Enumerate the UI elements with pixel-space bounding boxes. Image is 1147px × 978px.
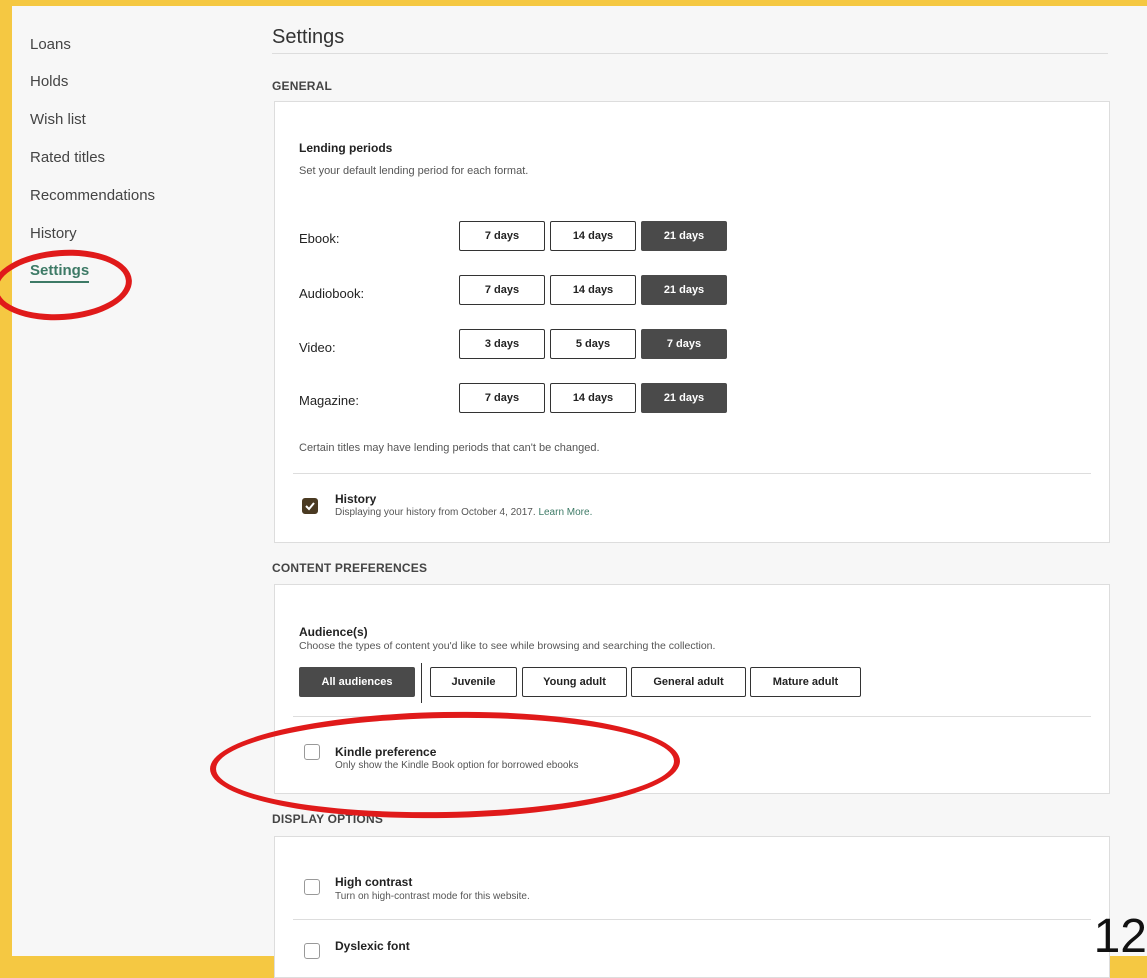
history-setting-description: Displaying your history from October 4, … bbox=[335, 507, 592, 518]
history-setting-title: History bbox=[335, 492, 377, 506]
video-3-days-button[interactable]: 3 days bbox=[459, 329, 545, 359]
ebook-label: Ebook: bbox=[299, 231, 340, 246]
ebook-21-days-button[interactable]: 21 days bbox=[641, 221, 727, 251]
general-panel: Lending periods Set your default lending… bbox=[274, 101, 1110, 543]
video-5-days-button[interactable]: 5 days bbox=[550, 329, 636, 359]
settings-annotation-ellipse bbox=[0, 245, 135, 325]
display-options-panel: High contrast Turn on high-contrast mode… bbox=[274, 836, 1110, 978]
high-contrast-title: High contrast bbox=[335, 875, 413, 889]
ebook-14-days-button[interactable]: 14 days bbox=[550, 221, 636, 251]
audiences-title: Audience(s) bbox=[299, 625, 368, 639]
sidebar-item-wish-list[interactable]: Wish list bbox=[30, 111, 86, 128]
content-preferences-heading: CONTENT PREFERENCES bbox=[272, 561, 428, 575]
magazine-21-days-button[interactable]: 21 days bbox=[641, 383, 727, 413]
history-checkbox[interactable] bbox=[302, 498, 318, 514]
title-divider bbox=[272, 53, 1108, 54]
audience-all-button[interactable]: All audiences bbox=[299, 667, 415, 697]
audience-divider bbox=[421, 663, 422, 703]
audiobook-14-days-button[interactable]: 14 days bbox=[550, 275, 636, 305]
lending-note: Certain titles may have lending periods … bbox=[299, 442, 600, 454]
sidebar-item-holds[interactable]: Holds bbox=[30, 73, 68, 90]
high-contrast-checkbox[interactable] bbox=[304, 879, 320, 895]
page-title: Settings bbox=[272, 26, 345, 48]
dyslexic-font-title: Dyslexic font bbox=[335, 939, 410, 953]
video-7-days-button[interactable]: 7 days bbox=[641, 329, 727, 359]
audiences-description: Choose the types of content you'd like t… bbox=[299, 640, 716, 652]
ebook-7-days-button[interactable]: 7 days bbox=[459, 221, 545, 251]
lending-periods-subtitle: Set your default lending period for each… bbox=[299, 165, 529, 177]
general-heading: GENERAL bbox=[272, 79, 333, 93]
audience-young-adult-button[interactable]: Young adult bbox=[522, 667, 627, 697]
checkmark-icon bbox=[305, 502, 315, 511]
display-divider bbox=[293, 919, 1091, 920]
sidebar-item-rated-titles[interactable]: Rated titles bbox=[30, 149, 105, 166]
history-description-text: Displaying your history from October 4, … bbox=[335, 507, 536, 518]
lending-periods-title: Lending periods bbox=[299, 141, 393, 155]
sidebar-item-recommendations[interactable]: Recommendations bbox=[30, 187, 155, 204]
audiobook-label: Audiobook: bbox=[299, 286, 365, 301]
audiobook-7-days-button[interactable]: 7 days bbox=[459, 275, 545, 305]
sidebar-item-history[interactable]: History bbox=[30, 225, 77, 242]
audiobook-21-days-button[interactable]: 21 days bbox=[641, 275, 727, 305]
magazine-label: Magazine: bbox=[299, 393, 359, 408]
video-label: Video: bbox=[299, 340, 336, 355]
magazine-7-days-button[interactable]: 7 days bbox=[459, 383, 545, 413]
settings-page: Loans Holds Wish list Rated titles Recom… bbox=[0, 6, 1147, 978]
sidebar-item-loans[interactable]: Loans bbox=[30, 36, 71, 53]
learn-more-link[interactable]: Learn More. bbox=[538, 507, 592, 518]
magazine-14-days-button[interactable]: 14 days bbox=[550, 383, 636, 413]
audience-mature-adult-button[interactable]: Mature adult bbox=[750, 667, 861, 697]
dyslexic-font-checkbox[interactable] bbox=[304, 943, 320, 959]
audience-juvenile-button[interactable]: Juvenile bbox=[430, 667, 517, 697]
high-contrast-description: Turn on high-contrast mode for this webs… bbox=[335, 891, 530, 902]
audience-general-adult-button[interactable]: General adult bbox=[631, 667, 746, 697]
general-divider bbox=[293, 473, 1091, 474]
